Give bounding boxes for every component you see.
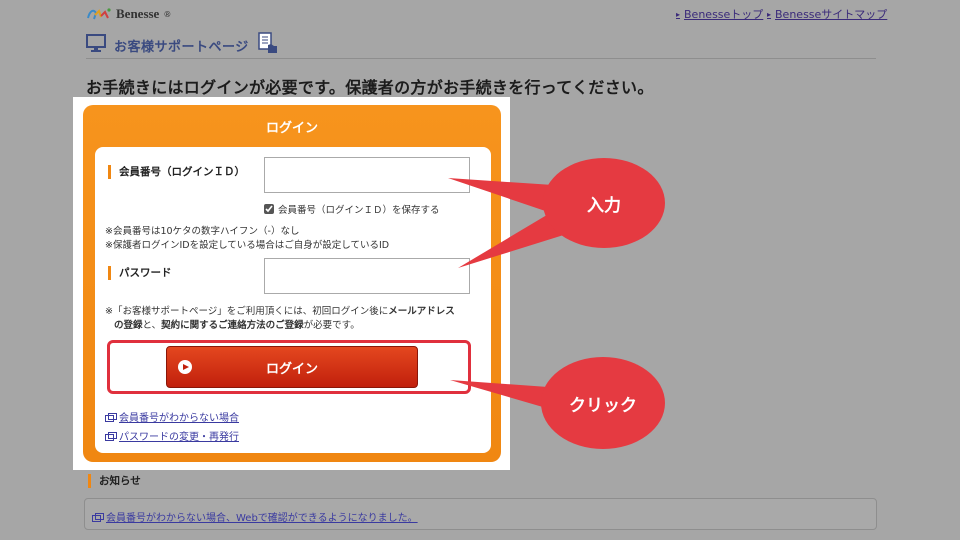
- click-callout-label: クリック: [569, 395, 637, 416]
- click-callout: クリック: [541, 357, 665, 449]
- input-callout: 入力: [543, 158, 665, 248]
- input-callout-label: 入力: [587, 195, 621, 216]
- callout-pointers: [448, 178, 586, 412]
